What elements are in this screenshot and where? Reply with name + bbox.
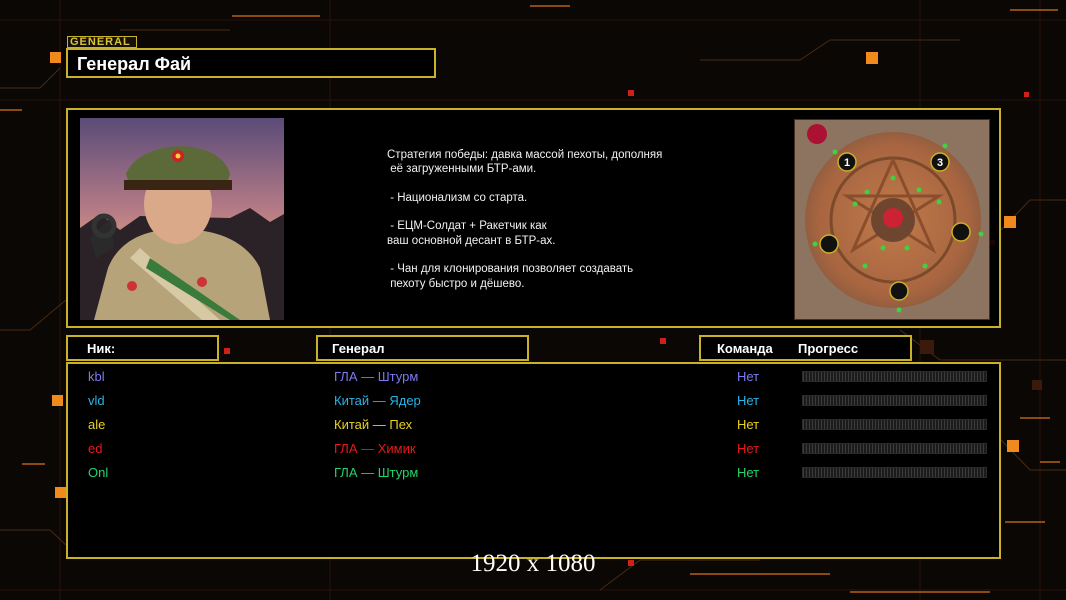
start-position-4[interactable]: [951, 222, 971, 242]
header-team-progress: Команда Прогресс: [699, 335, 912, 361]
player-nick: kbl: [88, 369, 105, 384]
resolution-watermark: 1920 x 1080: [470, 550, 596, 577]
player-nick: ed: [88, 441, 103, 456]
player-row: ale Китай — Пех Нет: [68, 414, 999, 434]
player-progress-bar: [802, 419, 987, 430]
player-team: Нет: [737, 393, 760, 408]
start-position-2[interactable]: [819, 234, 839, 254]
player-general: Китай — Ядер: [334, 393, 421, 408]
player-row: Onl ГЛА — Штурм Нет: [68, 462, 999, 482]
player-nick: Onl: [88, 465, 109, 480]
player-progress-bar: [802, 467, 987, 478]
player-general: Китай — Пех: [334, 417, 413, 432]
player-general: ГЛА — Химик: [334, 441, 416, 456]
player-team: Нет: [737, 417, 760, 432]
player-nick: ale: [88, 417, 106, 432]
header-progress-label: Прогресс: [798, 341, 859, 356]
player-team: Нет: [737, 465, 760, 480]
player-progress-bar: [802, 443, 987, 454]
player-general: ГЛА — Штурм: [334, 369, 419, 384]
general-description: Стратегия победы: давка массой пехоты, д…: [387, 149, 663, 290]
start-position-5[interactable]: [889, 281, 909, 301]
player-progress-bar: [802, 371, 987, 382]
header-general-label: Генерал: [332, 341, 385, 356]
start-label-1: 1: [844, 157, 850, 169]
general-tag: GENERAL: [67, 36, 137, 48]
header-nick: Ник:: [66, 335, 219, 361]
map-preview[interactable]: 1 3: [794, 119, 990, 320]
start-label-3: 3: [937, 157, 943, 169]
player-nick: vld: [88, 393, 105, 408]
player-team: Нет: [737, 369, 760, 384]
player-progress-bar: [802, 395, 987, 406]
player-team: Нет: [737, 441, 760, 456]
header-team-label: Команда: [717, 341, 773, 356]
general-name-box: Генерал Фай: [66, 48, 436, 78]
header-general: Генерал: [316, 335, 529, 361]
player-list: kbl ГЛА — Штурм Нет vld Китай — Ядер Нет…: [66, 362, 1001, 559]
player-row: ed ГЛА — Химик Нет: [68, 438, 999, 458]
header-nick-label: Ник:: [87, 341, 116, 356]
player-row: kbl ГЛА — Штурм Нет: [68, 366, 999, 386]
general-portrait: [80, 118, 284, 320]
general-name: Генерал Фай: [77, 54, 192, 74]
player-row: vld Китай — Ядер Нет: [68, 390, 999, 410]
player-general: ГЛА — Штурм: [334, 465, 419, 480]
